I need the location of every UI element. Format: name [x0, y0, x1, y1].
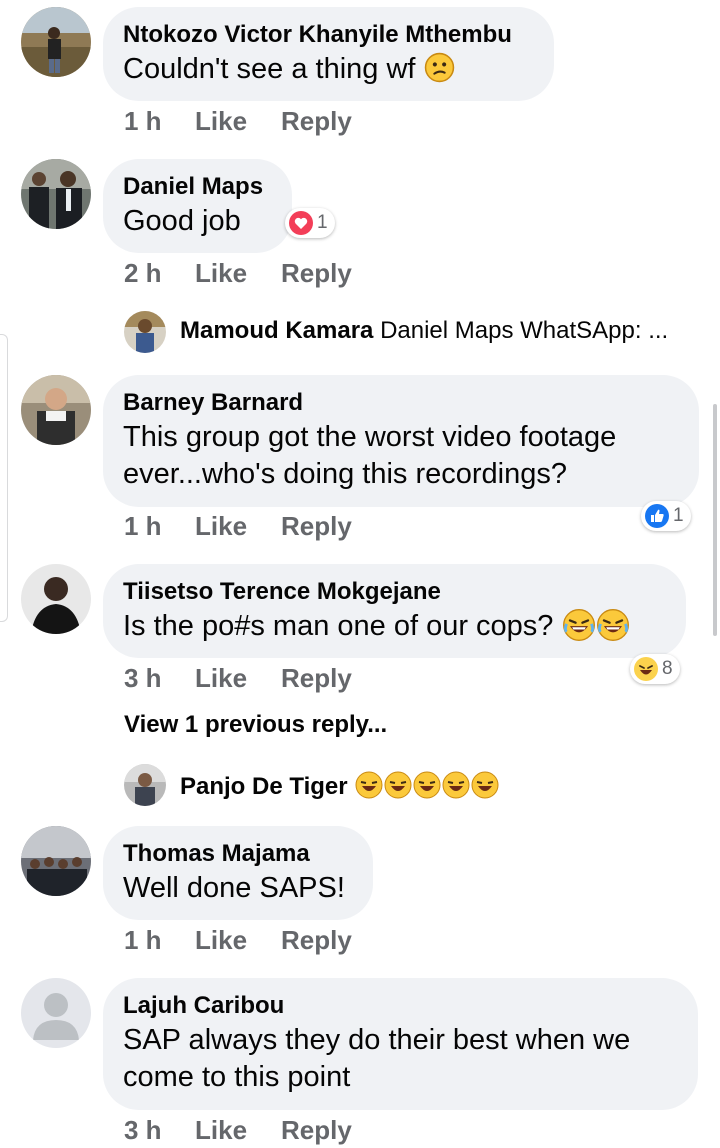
reply-button[interactable]: Reply	[281, 106, 352, 137]
laughing-icon	[562, 608, 596, 646]
reaction-count: 1	[673, 505, 684, 526]
comment-author[interactable]: Tiisetso Terence Mokgejane	[123, 576, 666, 608]
avatar[interactable]	[21, 978, 91, 1048]
reaction-count: 1	[317, 212, 328, 233]
avatar[interactable]	[124, 311, 166, 353]
reply-text: Daniel Maps WhatSApp: ...	[380, 317, 669, 344]
comment-author[interactable]: Ntokozo Victor Khanyile Mthembu	[123, 19, 534, 51]
reaction-summary[interactable]: 1	[641, 501, 691, 531]
like-button[interactable]: Like	[195, 663, 247, 694]
reply-button[interactable]: Reply	[281, 511, 352, 542]
comment-time[interactable]: 3 h	[124, 1115, 162, 1146]
avatar[interactable]	[21, 826, 91, 896]
reaction-summary[interactable]: 8	[630, 654, 680, 684]
comment-text-line: SAP always they do their best when we	[123, 1024, 631, 1056]
comment-text-line: come to this point	[123, 1061, 351, 1093]
comment-text-line: This group got the worst video footage	[123, 421, 617, 453]
comment-bubble: Tiisetso Terence Mokgejane Is the po#s m…	[103, 564, 686, 658]
avatar[interactable]	[21, 159, 91, 229]
avatar[interactable]	[124, 764, 166, 806]
laughing-icon	[354, 770, 504, 807]
comment-text-line: ever...who's doing this recordings?	[123, 458, 568, 490]
like-button[interactable]: Like	[195, 1115, 247, 1146]
heart-icon	[288, 210, 314, 236]
reaction-summary[interactable]: 1	[285, 208, 335, 238]
like-button[interactable]: Like	[195, 925, 247, 956]
thumbs-up-icon	[644, 503, 670, 529]
confused-face-icon	[424, 52, 455, 89]
laughing-icon	[596, 608, 630, 646]
avatar[interactable]	[21, 375, 91, 445]
comment-bubble: Lajuh Caribou SAP always they do their b…	[103, 978, 698, 1110]
scrollbar[interactable]	[713, 404, 717, 636]
comment-text: Well done SAPS!	[123, 872, 345, 904]
avatar[interactable]	[21, 564, 91, 634]
comment-text: Good job	[123, 205, 241, 237]
comment-text: Is the po#s man one of our cops?	[123, 608, 666, 646]
comment-bubble: Daniel Maps Good job	[103, 159, 292, 253]
reply-button[interactable]: Reply	[281, 258, 352, 289]
comment-text: Couldn't see a thing wf	[123, 51, 534, 89]
comment-bubble: Barney Barnard This group got the worst …	[103, 375, 699, 507]
reply-button[interactable]: Reply	[281, 925, 352, 956]
comment-author[interactable]: Lajuh Caribou	[123, 990, 678, 1022]
like-button[interactable]: Like	[195, 106, 247, 137]
like-button[interactable]: Like	[195, 258, 247, 289]
comment-bubble: Thomas Majama Well done SAPS!	[103, 826, 373, 920]
comment-time[interactable]: 1 h	[124, 925, 162, 956]
reply-button[interactable]: Reply	[281, 1115, 352, 1146]
reaction-count: 8	[662, 658, 673, 679]
comment-bubble: Ntokozo Victor Khanyile Mthembu Couldn't…	[103, 7, 554, 101]
reply-button[interactable]: Reply	[281, 663, 352, 694]
comment-author[interactable]: Daniel Maps	[123, 171, 272, 203]
reply-preview[interactable]: Mamoud Kamara Daniel Maps WhatSApp: ...	[180, 317, 668, 345]
comment-time[interactable]: 3 h	[124, 663, 162, 694]
reply-preview[interactable]: Panjo De Tiger	[180, 770, 504, 807]
comment-time[interactable]: 2 h	[124, 258, 162, 289]
like-button[interactable]: Like	[195, 511, 247, 542]
comment-author[interactable]: Barney Barnard	[123, 387, 679, 419]
laughing-icon	[633, 656, 659, 682]
view-previous-replies-link[interactable]: View 1 previous reply...	[124, 711, 387, 739]
comment-time[interactable]: 1 h	[124, 511, 162, 542]
reply-author[interactable]: Mamoud Kamara	[180, 317, 373, 344]
comment-author[interactable]: Thomas Majama	[123, 838, 353, 870]
comment-time[interactable]: 1 h	[124, 106, 162, 137]
avatar[interactable]	[21, 7, 91, 77]
reply-author[interactable]: Panjo De Tiger	[180, 773, 348, 800]
scroll-edge	[0, 334, 8, 622]
